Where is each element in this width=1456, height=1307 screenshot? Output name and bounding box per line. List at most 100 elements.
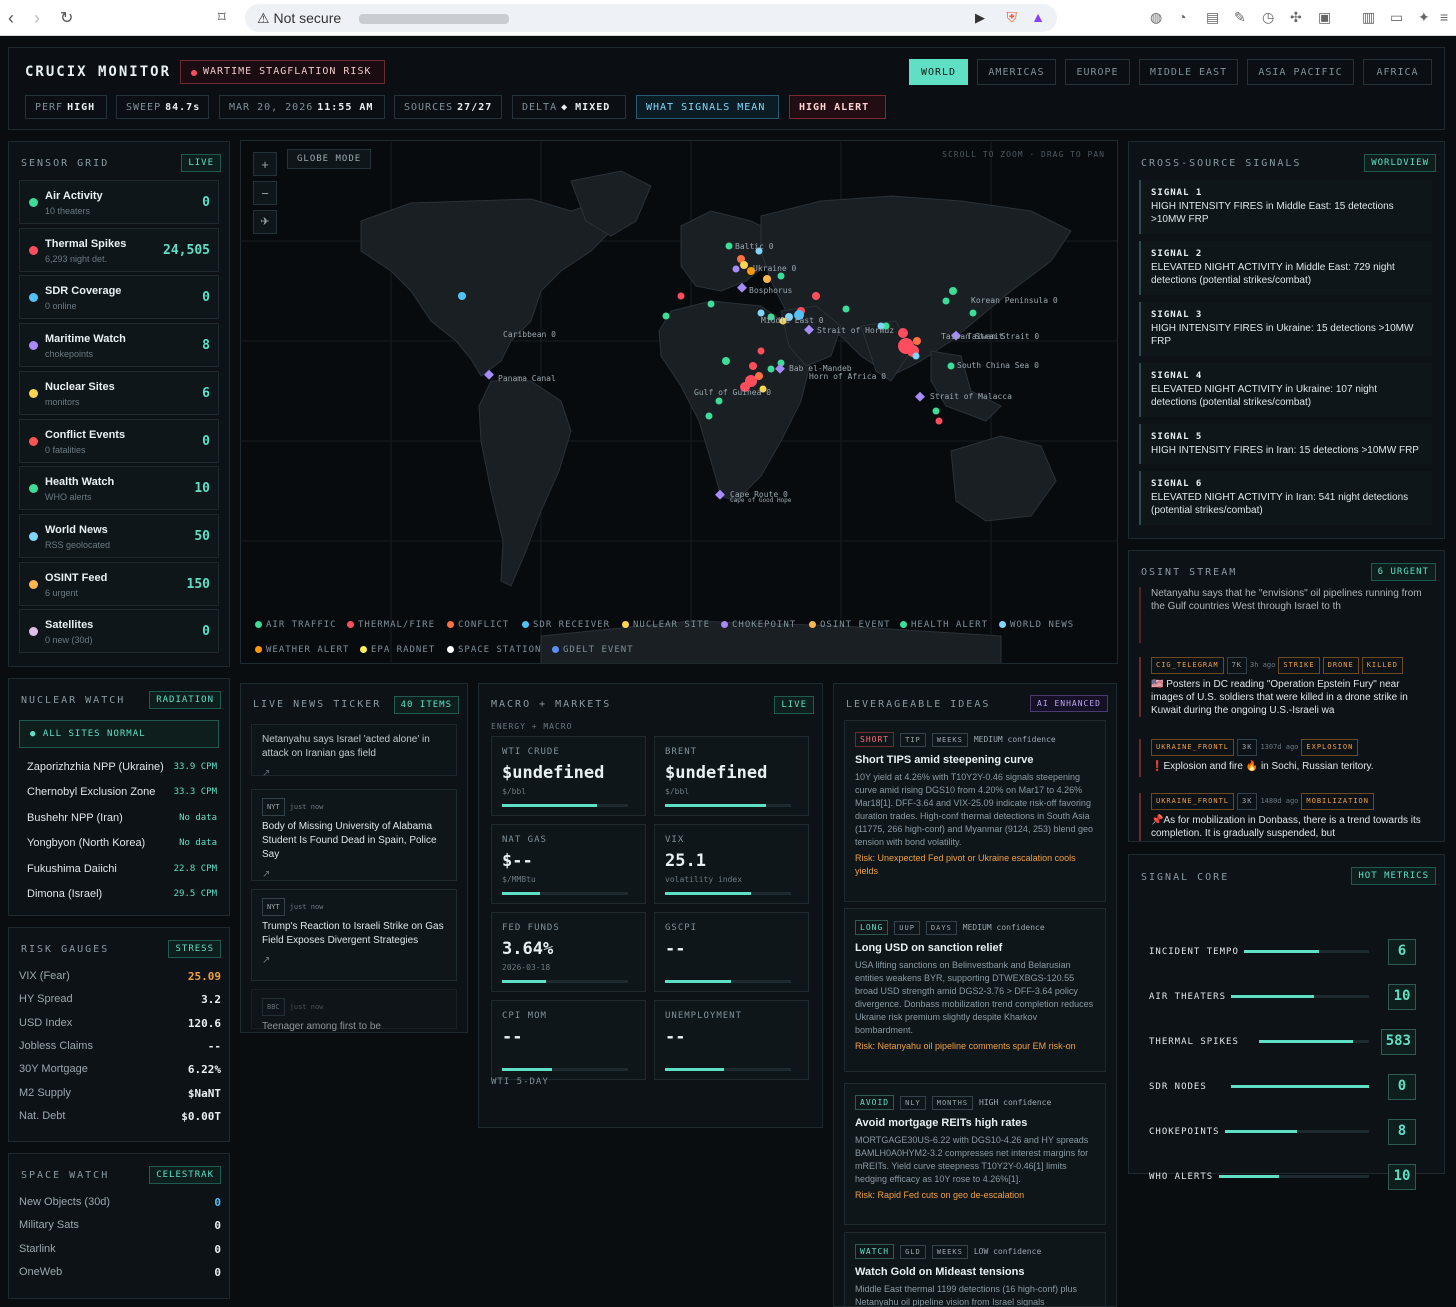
- legend-dot-icon: [447, 621, 454, 628]
- idea-body: USA lifting sanctions on Belinvestbank a…: [855, 960, 1094, 1035]
- macro-card-label: CPI MOM: [502, 1011, 547, 1021]
- risk-gauge-row: Jobless Claims --: [19, 1039, 221, 1053]
- zoom-out-button[interactable]: −: [253, 181, 277, 205]
- brave-rewards-icon[interactable]: ▲: [1031, 9, 1045, 25]
- osint-item[interactable]: UKRAINE_FRONTL 3K 1307d ago EXPLOSION ❗Explo…: [1139, 739, 1432, 777]
- signal-core-row: WHO ALERTS 10: [1139, 1162, 1432, 1192]
- legend-item: SDR RECEIVER: [522, 620, 610, 630]
- signal-card[interactable]: SIGNAL 6 ELEVATED NIGHT ACTIVITY in Iran:…: [1139, 471, 1432, 525]
- signal-card[interactable]: SIGNAL 2 ELEVATED NIGHT ACTIVITY in Middl…: [1139, 241, 1432, 295]
- leo-ai-icon[interactable]: ✦: [1418, 9, 1430, 26]
- region-tab-americas[interactable]: AMERICAS: [977, 59, 1056, 85]
- sensor-item[interactable]: Nuclear Sites monitors 6: [19, 370, 219, 415]
- extension-badge-icon[interactable]: ◔: [1178, 9, 1186, 25]
- osint-item[interactable]: CIG_TELEGRAM 7K 3h ago STRIKE DRONE KILLED 🇺🇸 …: [1139, 657, 1432, 717]
- idea-risk: Risk: Unexpected Fed pivot or Ukraine es…: [855, 853, 1076, 876]
- reload-icon[interactable]: ↻: [60, 8, 73, 28]
- menu-icon[interactable]: ≡: [1440, 9, 1448, 25]
- nuclear-site-name: Zaporizhzhia NPP (Ukraine): [27, 761, 164, 773]
- sidebar-toggle-icon[interactable]: ▥: [1362, 9, 1375, 26]
- zoom-in-button[interactable]: +: [253, 152, 277, 176]
- osint-item[interactable]: Netanyahu says that he "envisions" oil p…: [1139, 587, 1432, 643]
- extension-frame-icon[interactable]: ▣: [1318, 9, 1331, 26]
- region-tab-asia-pacific[interactable]: ASIA PACIFIC: [1247, 59, 1354, 85]
- signal-card[interactable]: SIGNAL 1 HIGH INTENSITY FIRES in Middle E…: [1139, 180, 1432, 234]
- macro-card-value: $undefined: [665, 763, 768, 783]
- external-link-icon[interactable]: ↗: [262, 868, 446, 882]
- sensor-item[interactable]: Satellites 0 new (30d) 0: [19, 609, 219, 654]
- sensor-item[interactable]: Air Activity 10 theaters 0: [19, 180, 219, 224]
- osint-title: OSINT STREAM: [1141, 567, 1238, 578]
- region-tab-world[interactable]: WORLD: [909, 59, 968, 85]
- macro-card-value: --: [665, 1027, 686, 1047]
- osint-stream-panel: OSINT STREAM 6 URGENT Netanyahu says tha…: [1128, 550, 1445, 842]
- high-alert-button[interactable]: HIGH ALERT: [789, 95, 886, 119]
- macro-card: UNEMPLOYMENT --: [654, 1000, 809, 1080]
- extension-chart-icon[interactable]: ▤: [1206, 9, 1219, 26]
- cast-icon[interactable]: ▶: [975, 10, 985, 26]
- legend-dot-icon: [552, 646, 559, 653]
- news-item[interactable]: Netanyahu says Israel 'acted alone' in a…: [251, 724, 457, 779]
- risk-gauge-value: --: [207, 1039, 221, 1053]
- sensor-value: 0: [202, 624, 210, 640]
- back-icon[interactable]: ‹: [8, 8, 14, 29]
- external-link-icon[interactable]: ↗: [262, 767, 446, 781]
- extension-pen-icon[interactable]: ✎: [1234, 9, 1246, 26]
- idea-card[interactable]: WATCH GLD WEEKS LOW confidence Watch Gold on…: [844, 1232, 1106, 1306]
- sensor-item[interactable]: SDR Coverage 0 online 0: [19, 275, 219, 320]
- risk-gauge-row: Nat. Debt $0.00T: [19, 1110, 221, 1123]
- idea-card[interactable]: SHORT TIP WEEKS MEDIUM confidence Short TIPS…: [844, 720, 1106, 902]
- australia-landmass: [950, 435, 1057, 522]
- what-signals-mean-button[interactable]: WHAT SIGNALS MEAN: [636, 95, 779, 119]
- sensor-name: Conflict Events: [45, 428, 126, 441]
- extension-clock-icon[interactable]: ◷: [1262, 9, 1274, 26]
- news-source-tag: NYT: [262, 898, 285, 916]
- locate-button[interactable]: ✈: [253, 210, 277, 234]
- external-link-icon[interactable]: ↗: [262, 954, 446, 968]
- signal-core-label: INCIDENT TEMPO: [1149, 947, 1239, 957]
- extension-globe-icon[interactable]: ◍: [1150, 9, 1162, 26]
- extensions-puzzle-icon[interactable]: ✣: [1290, 9, 1302, 26]
- idea-card[interactable]: AVOID NLY MONTHS HIGH confidence Avoid mortg…: [844, 1083, 1106, 1225]
- signal-card[interactable]: SIGNAL 3 HIGH INTENSITY FIRES in Ukraine:…: [1139, 302, 1432, 356]
- region-tab-middle-east[interactable]: MIDDLE EAST: [1139, 59, 1238, 85]
- macro-card-value: 25.1: [665, 851, 706, 871]
- macro-card-label: FED FUNDS: [502, 923, 560, 933]
- news-headline: Trump's Reaction to Israeli Strike on Ga…: [262, 921, 444, 946]
- idea-ticker-tag: TIP: [900, 733, 926, 747]
- region-tab-africa[interactable]: AFRICA: [1363, 59, 1432, 85]
- wti-5day-label: WTI 5-DAY: [491, 1077, 549, 1087]
- world-map-panel[interactable]: Baltic 0 Ukraine 0 Bosphorus Korean Peninsu…: [240, 140, 1118, 664]
- legend-label: CHOKEPOINT: [732, 620, 797, 630]
- sensor-item[interactable]: Thermal Spikes 6,293 night det. 24,505: [19, 227, 219, 272]
- osint-item[interactable]: UKRAINE_FRONTL 3K 1480d ago MOBILIZATION 📌As…: [1139, 793, 1432, 841]
- sensor-item[interactable]: Health Watch WHO alerts 10: [19, 466, 219, 511]
- bookmark-icon[interactable]: ⌑: [218, 8, 226, 26]
- signal-card[interactable]: SIGNAL 4 ELEVATED NIGHT ACTIVITY in Ukrai…: [1139, 363, 1432, 417]
- forward-icon[interactable]: ›: [34, 8, 40, 29]
- risk-gauges-badge: STRESS: [168, 940, 221, 958]
- signal-core-bar: [1259, 1040, 1369, 1043]
- wallet-icon[interactable]: ▭: [1390, 9, 1403, 26]
- brave-shield-icon[interactable]: ⛨: [1007, 9, 1018, 26]
- space-watch-value: 0: [214, 1219, 221, 1233]
- legend-dot-icon: [255, 646, 262, 653]
- globe-mode-button[interactable]: GLOBE MODE: [287, 149, 372, 169]
- stagflation-alert-pill: WARTIME STAGFLATION RISK: [180, 60, 385, 84]
- region-tab-europe[interactable]: EUROPE: [1065, 59, 1130, 85]
- news-meta: NYT just now: [262, 898, 446, 916]
- signal-card[interactable]: SIGNAL 5 HIGH INTENSITY FIRES in Iran: 15…: [1139, 424, 1432, 464]
- sensor-item[interactable]: Conflict Events 0 fatalities 0: [19, 418, 219, 463]
- news-item[interactable]: NYT just now Trump's Reaction to Israeli S…: [251, 889, 457, 981]
- address-bar[interactable]: ⚠ Not secure ▶ ⛨ ▲: [245, 4, 1057, 32]
- idea-card[interactable]: LONG UUP DAYS MEDIUM confidence Long USD on …: [844, 908, 1106, 1072]
- sensor-item[interactable]: World News RSS geolocated 50: [19, 513, 219, 558]
- world-map[interactable]: Baltic 0 Ukraine 0 Bosphorus Korean Peninsu…: [241, 141, 1118, 664]
- sensor-item[interactable]: OSINT Feed 6 urgent 150: [19, 561, 219, 606]
- sensor-item[interactable]: Maritime Watch chokepoints 8: [19, 323, 219, 368]
- news-item[interactable]: NYT just now Body of Missing University of…: [251, 789, 457, 881]
- idea-confidence: MEDIUM confidence: [962, 923, 1045, 932]
- news-item[interactable]: BBC just now Teenager among first to be: [251, 989, 457, 1032]
- legend-item: EPA RADNET: [360, 645, 435, 655]
- risk-gauge-name: Jobless Claims: [19, 1039, 93, 1052]
